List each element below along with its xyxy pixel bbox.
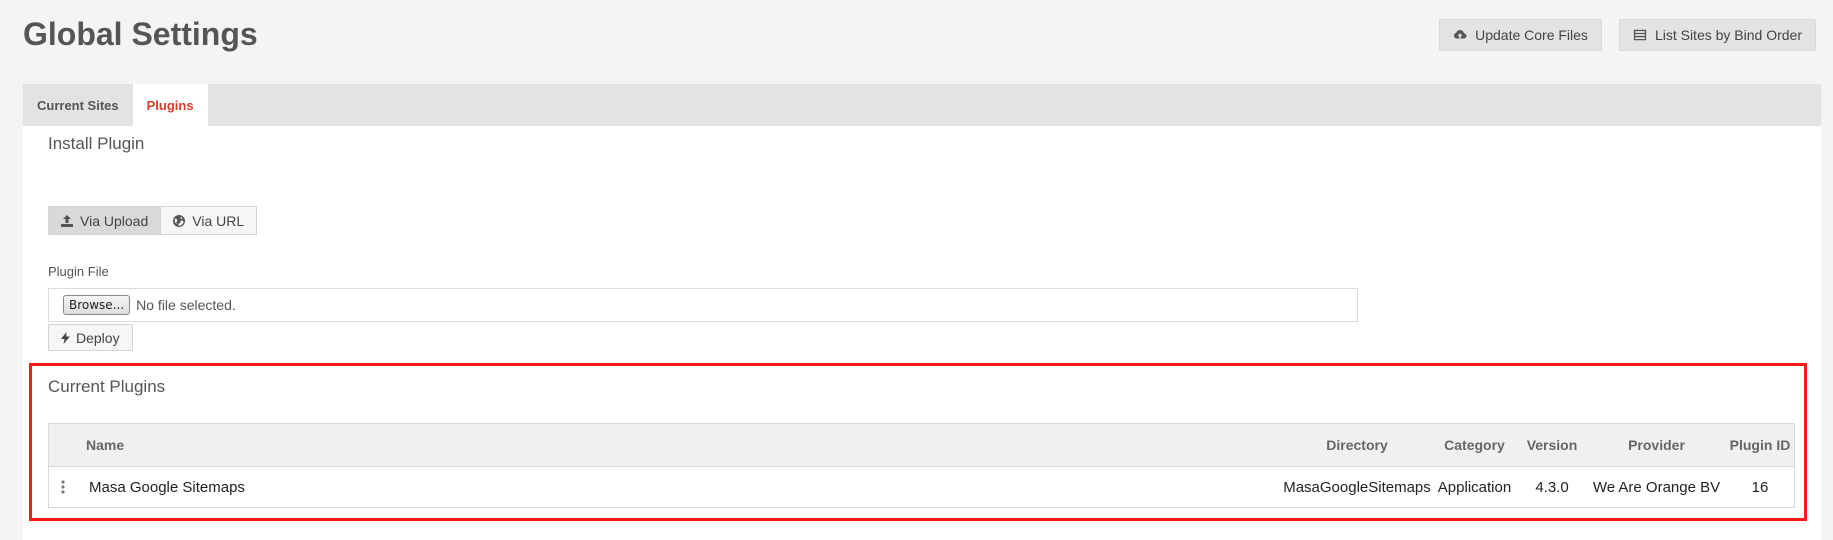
install-mode-toggle: Via Upload Via URL	[48, 206, 258, 235]
table-row[interactable]: Masa Google Sitemaps MasaGoogleSitemaps …	[49, 467, 1794, 507]
plugin-version: 4.3.0	[1535, 478, 1569, 496]
column-header-provider[interactable]: Provider	[1587, 424, 1726, 466]
plugin-id: 16	[1751, 478, 1769, 496]
plugin-directory: MasaGoogleSitemaps	[1283, 478, 1431, 496]
cloud-upload-icon	[1454, 30, 1467, 39]
via-url-label: Via URL	[192, 212, 245, 229]
column-header-directory[interactable]: Directory	[1282, 424, 1432, 466]
page-title: Global Settings	[23, 16, 258, 52]
via-url-button[interactable]: Via URL	[161, 206, 258, 235]
list-sites-by-bind-order-button[interactable]: List Sites by Bind Order	[1618, 19, 1816, 51]
list-sites-by-bind-order-label: List Sites by Bind Order	[1654, 27, 1802, 43]
plugin-file-input[interactable]: Browse... No file selected.	[48, 288, 1358, 322]
plugin-name[interactable]: Masa Google Sitemaps	[89, 467, 245, 507]
bolt-icon	[61, 331, 70, 344]
column-header-name[interactable]: Name	[86, 424, 124, 466]
plugin-file-label: Plugin File	[48, 264, 109, 279]
column-header-version[interactable]: Version	[1517, 424, 1587, 466]
column-header-plugin-id[interactable]: Plugin ID	[1726, 424, 1794, 466]
table-header: Name Directory Category Version Provider…	[49, 424, 1794, 467]
file-status: No file selected.	[136, 297, 236, 313]
via-upload-button[interactable]: Via Upload	[48, 206, 162, 235]
settings-tabs: Current Sites Plugins	[23, 84, 1821, 126]
current-plugins-title: Current Plugins	[48, 377, 166, 396]
tab-plugins[interactable]: Plugins	[132, 84, 208, 126]
deploy-button[interactable]: Deploy	[48, 324, 133, 351]
globe-icon	[173, 214, 186, 227]
update-core-files-label: Update Core Files	[1475, 27, 1588, 43]
header-actions: Update Core Files List Sites by Bind Ord…	[1439, 19, 1816, 51]
current-plugins-table: Name Directory Category Version Provider…	[48, 423, 1795, 508]
deploy-label: Deploy	[76, 329, 120, 346]
plugins-panel: Install Plugin Via Upload Via URL Plugin…	[23, 126, 1821, 540]
upload-icon	[61, 214, 73, 227]
browse-button[interactable]: Browse...	[63, 295, 131, 315]
list-icon	[1633, 29, 1647, 41]
tab-current-sites[interactable]: Current Sites	[23, 84, 133, 126]
install-plugin-title: Install Plugin	[48, 134, 145, 153]
vertical-ellipsis-icon	[61, 480, 65, 494]
update-core-files-button[interactable]: Update Core Files	[1439, 19, 1602, 51]
plugin-category: Application	[1437, 478, 1512, 496]
row-actions-handle[interactable]	[57, 467, 69, 507]
plugin-provider: We Are Orange BV	[1592, 478, 1721, 496]
column-header-category[interactable]: Category	[1432, 424, 1517, 466]
via-upload-label: Via Upload	[80, 212, 149, 229]
